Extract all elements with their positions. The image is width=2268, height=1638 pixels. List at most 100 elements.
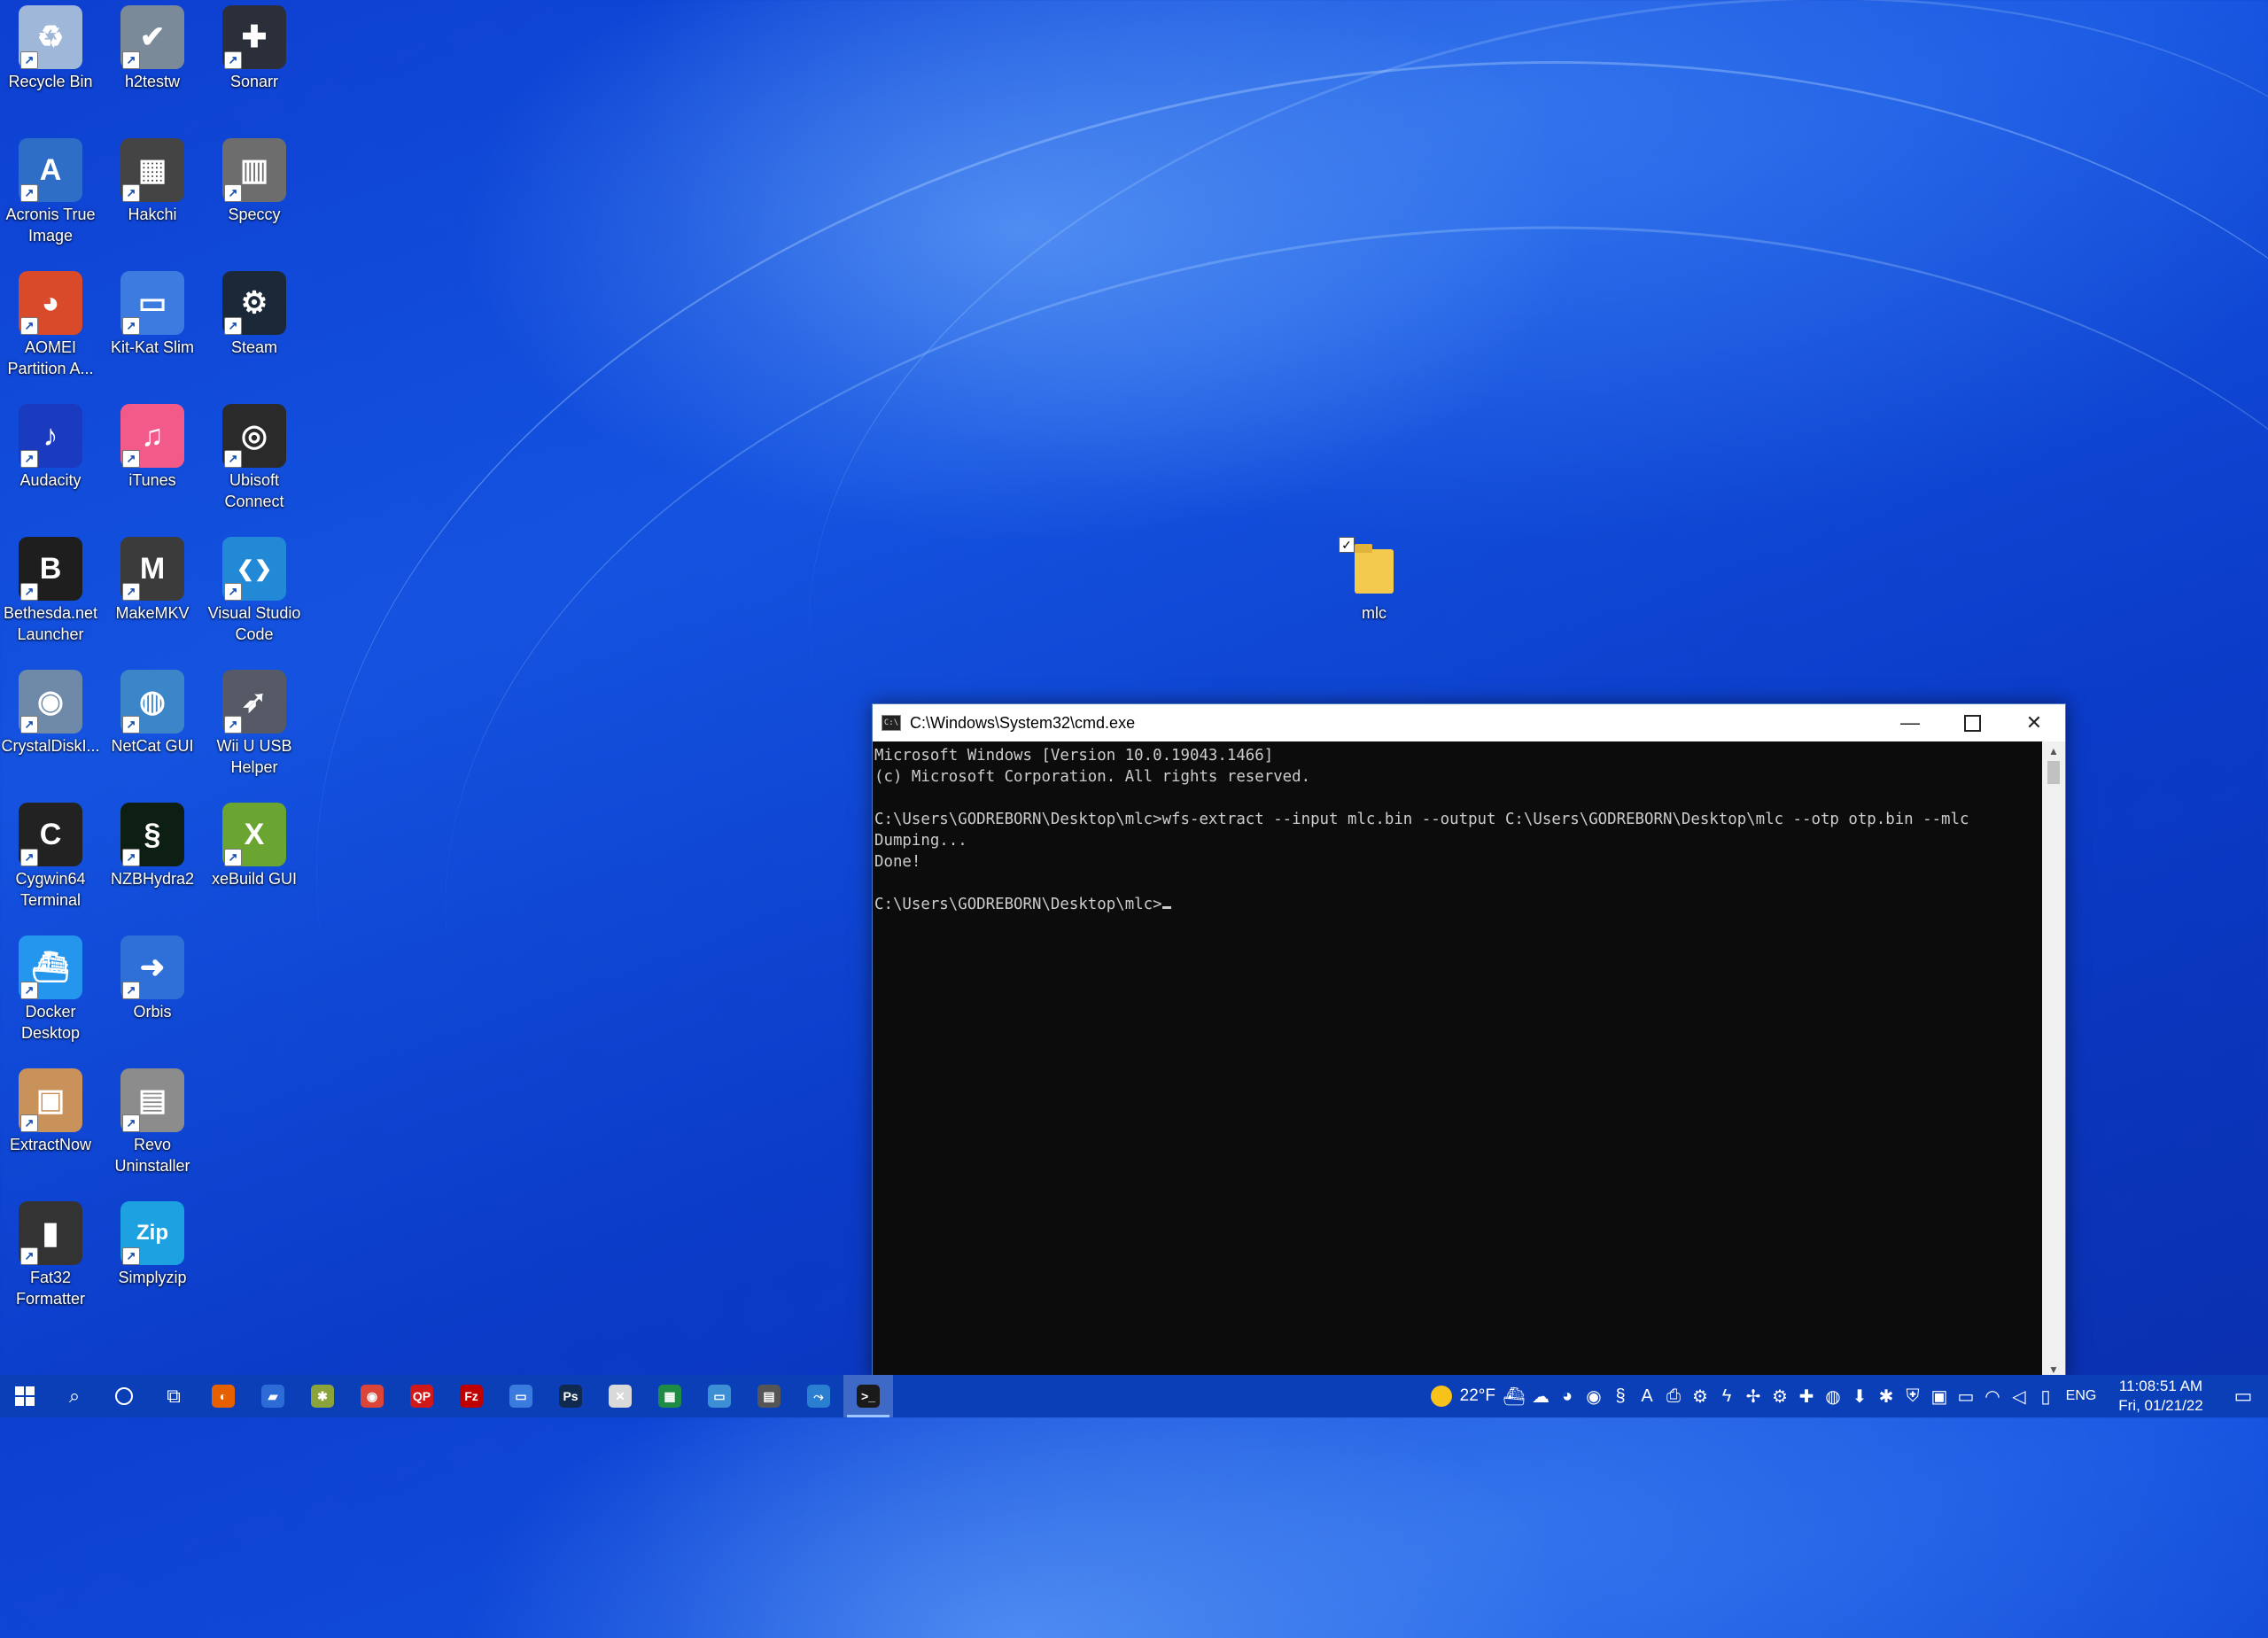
scroll-up-icon[interactable]: ▲: [2042, 741, 2065, 761]
folder-label: mlc: [1362, 604, 1386, 622]
download-icon[interactable]: ⬇: [1846, 1375, 1873, 1417]
taskbar-app-button[interactable]: ✕: [595, 1375, 645, 1417]
desktop-icon[interactable]: ♫ ↗ iTunes: [103, 400, 202, 491]
taskbar-app-button[interactable]: ✱: [298, 1375, 347, 1417]
qbittorrent-icon[interactable]: ◍: [1820, 1375, 1846, 1417]
steam-icon: ⚙ ↗: [222, 271, 286, 335]
shortcut-arrow-icon: ↗: [122, 1114, 140, 1132]
desktop-icon[interactable]: ❮❯ ↗ Visual Studio Code: [205, 533, 304, 645]
recycle-bin-icon: ♻ ↗: [19, 5, 82, 69]
desktop-icon[interactable]: ▭ ↗ Kit-Kat Slim: [103, 268, 202, 358]
cmd-titlebar[interactable]: C:\ C:\Windows\System32\cmd.exe — ✕: [873, 704, 2065, 741]
filezilla-icon: Fz: [460, 1385, 483, 1408]
desktop-icon[interactable]: Zip ↗ Simplyzip: [103, 1198, 202, 1288]
shortcut-arrow-icon: ↗: [20, 1114, 38, 1132]
security-icon[interactable]: ⛨: [1899, 1375, 1926, 1417]
desktop-icon[interactable]: ♪ ↗ Audacity: [1, 400, 100, 491]
battery-icon[interactable]: ▭: [1953, 1375, 1979, 1417]
printer-icon[interactable]: ⎙: [1660, 1375, 1687, 1417]
shortcut-arrow-icon: ↗: [224, 716, 242, 734]
search-button[interactable]: ⌕: [50, 1375, 99, 1417]
desktop-icon[interactable]: ▣ ↗ ExtractNow: [1, 1065, 100, 1155]
desktop-icon[interactable]: A ↗ Acronis True Image: [1, 135, 100, 246]
action-center-button[interactable]: ▭: [2218, 1375, 2268, 1417]
sonarr-tray-icon[interactable]: ✚: [1793, 1375, 1820, 1417]
system-icon[interactable]: ⚙: [1687, 1375, 1713, 1417]
desktop-icon[interactable]: ◕ ↗ AOMEI Partition A...: [1, 268, 100, 379]
taskbar-app-button[interactable]: ⤳: [794, 1375, 843, 1417]
volume-icon[interactable]: ◁: [2006, 1375, 2032, 1417]
taskbar-app-button[interactable]: ▦: [645, 1375, 695, 1417]
desktop-icon[interactable]: ◍ ↗ NetCat GUI: [103, 666, 202, 757]
taskbar-app-button[interactable]: ◉: [347, 1375, 397, 1417]
desktop-icon[interactable]: ➶ ↗ Wii U USB Helper: [205, 666, 304, 778]
task-view-button[interactable]: ⧉: [149, 1375, 198, 1417]
shortcut-arrow-icon: ↗: [122, 184, 140, 202]
desktop-icon[interactable]: ◉ ↗ CrystalDiskI...: [1, 666, 100, 757]
desktop-icon-label: Hakchi: [128, 206, 177, 223]
taskbar-app-button[interactable]: Ps: [546, 1375, 595, 1417]
desktop-icon[interactable]: ⛴ ↗ Docker Desktop: [1, 932, 100, 1044]
taskbar-app-button[interactable]: >_: [843, 1375, 893, 1417]
desktop-icon[interactable]: ▤ ↗ Revo Uninstaller: [103, 1065, 202, 1176]
desktop-icon[interactable]: M ↗ MakeMKV: [103, 533, 202, 624]
crystaldisk-icon: ◉ ↗: [19, 670, 82, 734]
desktop-folder-mlc[interactable]: ✓ mlc: [1324, 532, 1424, 624]
desktop-icon[interactable]: ▥ ↗ Speccy: [205, 135, 304, 225]
clock-time: 11:08:51 AM: [2118, 1378, 2203, 1394]
close-button[interactable]: ✕: [2003, 704, 2065, 741]
taskbar-app-button[interactable]: Fz: [447, 1375, 496, 1417]
obs-icon[interactable]: ◉: [1581, 1375, 1607, 1417]
bluetooth-icon[interactable]: ✱: [1873, 1375, 1899, 1417]
desktop-icon[interactable]: ▮ ↗ Fat32 Formatter: [1, 1198, 100, 1309]
slack-icon[interactable]: ✢: [1740, 1375, 1767, 1417]
vertical-scrollbar[interactable]: ▲ ▼: [2042, 741, 2065, 1379]
desktop-icon[interactable]: X ↗ xeBuild GUI: [205, 799, 304, 889]
desktop-icon[interactable]: ♻ ↗ Recycle Bin: [1, 2, 100, 92]
taskbar-app-button[interactable]: ◐: [198, 1375, 248, 1417]
desktop-icon[interactable]: ⚙ ↗ Steam: [205, 268, 304, 358]
desktop-icon-label: Audacity: [19, 471, 82, 489]
start-button[interactable]: [0, 1375, 50, 1417]
desktop-icon[interactable]: § ↗ NZBHydra2: [103, 799, 202, 889]
desktop-icon[interactable]: C ↗ Cygwin64 Terminal: [1, 799, 100, 911]
desktop-icon-label: NZBHydra2: [110, 870, 195, 888]
taskbar-app-button[interactable]: ▰: [248, 1375, 298, 1417]
maximize-button[interactable]: [1941, 704, 2003, 741]
flash-icon[interactable]: ϟ: [1713, 1375, 1740, 1417]
desktop-icon[interactable]: ▦ ↗ Hakchi: [103, 135, 202, 225]
shortcut-arrow-icon: ↗: [20, 583, 38, 601]
hakchi-icon: ▦ ↗: [120, 138, 184, 202]
clock[interactable]: 11:08:51 AM Fri, 01/21/22: [2103, 1377, 2218, 1416]
language-indicator[interactable]: ENG: [2059, 1388, 2103, 1404]
docker-tray-icon[interactable]: ⛴: [1501, 1375, 1527, 1417]
itunes-icon: ♫ ↗: [120, 404, 184, 468]
checkbox-icon[interactable]: ✓: [1339, 537, 1355, 553]
desktop-icon[interactable]: ✚ ↗ Sonarr: [205, 2, 304, 92]
discord-icon[interactable]: ◕: [1554, 1375, 1581, 1417]
desktop-icon[interactable]: B ↗ Bethesda.net Launcher: [1, 533, 100, 645]
desktop-icon[interactable]: ➜ ↗ Orbis: [103, 932, 202, 1022]
usb-icon[interactable]: ▯: [2032, 1375, 2059, 1417]
cygwin-icon: C ↗: [19, 803, 82, 866]
minimize-button[interactable]: —: [1879, 704, 1941, 741]
font-tray-icon[interactable]: A: [1634, 1375, 1660, 1417]
meet-icon[interactable]: ▣: [1926, 1375, 1953, 1417]
wifi-icon[interactable]: ◠: [1979, 1375, 2006, 1417]
desktop-icon[interactable]: ✔ ↗ h2testw: [103, 2, 202, 92]
qbittorrent-red-icon: QP: [410, 1385, 433, 1408]
console-output[interactable]: Microsoft Windows [Version 10.0.19043.14…: [873, 741, 2042, 1379]
taskbar-app-button[interactable]: ▭: [496, 1375, 546, 1417]
weather-sun-icon[interactable]: [1420, 1375, 1464, 1417]
scroll-thumb[interactable]: [2047, 761, 2060, 784]
steam-tray-icon[interactable]: ⚙: [1767, 1375, 1793, 1417]
nzb-tray-icon[interactable]: §: [1607, 1375, 1634, 1417]
desktop-icon[interactable]: ◎ ↗ Ubisoft Connect: [205, 400, 304, 512]
taskbar-app-button[interactable]: QP: [397, 1375, 447, 1417]
cmd-window[interactable]: C:\ C:\Windows\System32\cmd.exe — ✕ Micr…: [872, 703, 2066, 1380]
taskbar-app-button[interactable]: ▭: [695, 1375, 744, 1417]
cortana-button[interactable]: [99, 1375, 149, 1417]
weather-temperature[interactable]: 22°F: [1460, 1386, 1495, 1406]
taskbar-app-button[interactable]: ▤: [744, 1375, 794, 1417]
onedrive-icon[interactable]: ☁: [1527, 1375, 1554, 1417]
